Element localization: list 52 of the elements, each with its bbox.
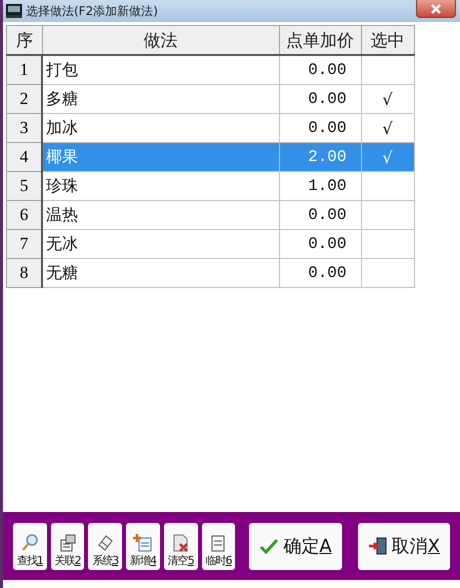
confirm-button[interactable]: 确定A	[249, 522, 342, 570]
toolbar-button[interactable]: 清空5	[164, 522, 198, 570]
cancel-button[interactable]: 取消X	[358, 522, 450, 570]
name-cell[interactable]: 打包	[42, 55, 279, 84]
price-cell: 2.00	[279, 142, 361, 172]
column-header: 点单加价	[279, 26, 361, 55]
price-cell: 0.00	[279, 114, 361, 142]
delete-document-icon	[170, 532, 191, 552]
name-cell[interactable]: 温热	[42, 200, 279, 230]
selected-cell[interactable]	[361, 230, 414, 258]
row-number: 5	[6, 172, 42, 200]
documents-icon	[58, 532, 78, 552]
row-number: 1	[6, 55, 42, 84]
keyboard-icon	[6, 4, 22, 18]
name-cell[interactable]: 多糖	[42, 84, 279, 114]
magnifier-icon	[20, 532, 40, 552]
name-cell[interactable]: 加冰	[42, 114, 279, 142]
toolbar-button[interactable]: 查找1	[13, 522, 47, 570]
add-document-icon	[133, 532, 154, 552]
selected-cell[interactable]: √	[361, 114, 414, 142]
name-cell[interactable]: 无糖	[42, 258, 279, 288]
selected-cell[interactable]	[361, 200, 414, 230]
toolbar-button[interactable]: 临时6	[202, 522, 236, 570]
price-cell: 0.00	[279, 230, 361, 258]
row-number: 3	[6, 114, 42, 142]
row-number: 7	[6, 230, 42, 258]
column-header: 做法	[42, 26, 279, 55]
name-cell[interactable]: 珍珠	[42, 172, 279, 200]
checkmark-icon	[259, 538, 280, 554]
toolbar-button[interactable]: 新增4	[126, 522, 160, 570]
window-title: 选择做法(F2添加新做法)	[26, 2, 159, 20]
selected-cell[interactable]	[361, 55, 414, 84]
selected-cell[interactable]	[361, 172, 414, 200]
name-cell[interactable]: 无冰	[42, 230, 279, 258]
price-cell: 0.00	[279, 200, 361, 230]
price-cell: 0.00	[279, 84, 361, 114]
price-cell: 0.00	[279, 258, 361, 288]
toolbar-button[interactable]: 系统3	[88, 522, 122, 570]
close-button[interactable]	[416, 0, 456, 18]
column-header: 序	[6, 26, 42, 55]
row-number: 2	[6, 84, 42, 114]
selected-cell[interactable]: √	[361, 84, 414, 114]
close-icon	[430, 4, 442, 14]
selected-cell[interactable]	[361, 258, 414, 288]
toolbar-button[interactable]: 关联2	[50, 522, 84, 570]
price-cell: 0.00	[279, 55, 361, 84]
column-header: 选中	[361, 26, 414, 55]
row-number: 4	[6, 142, 42, 172]
exit-door-icon	[368, 536, 388, 556]
row-number: 6	[6, 200, 42, 230]
row-number: 8	[6, 258, 42, 288]
price-cell: 1.00	[279, 172, 361, 200]
